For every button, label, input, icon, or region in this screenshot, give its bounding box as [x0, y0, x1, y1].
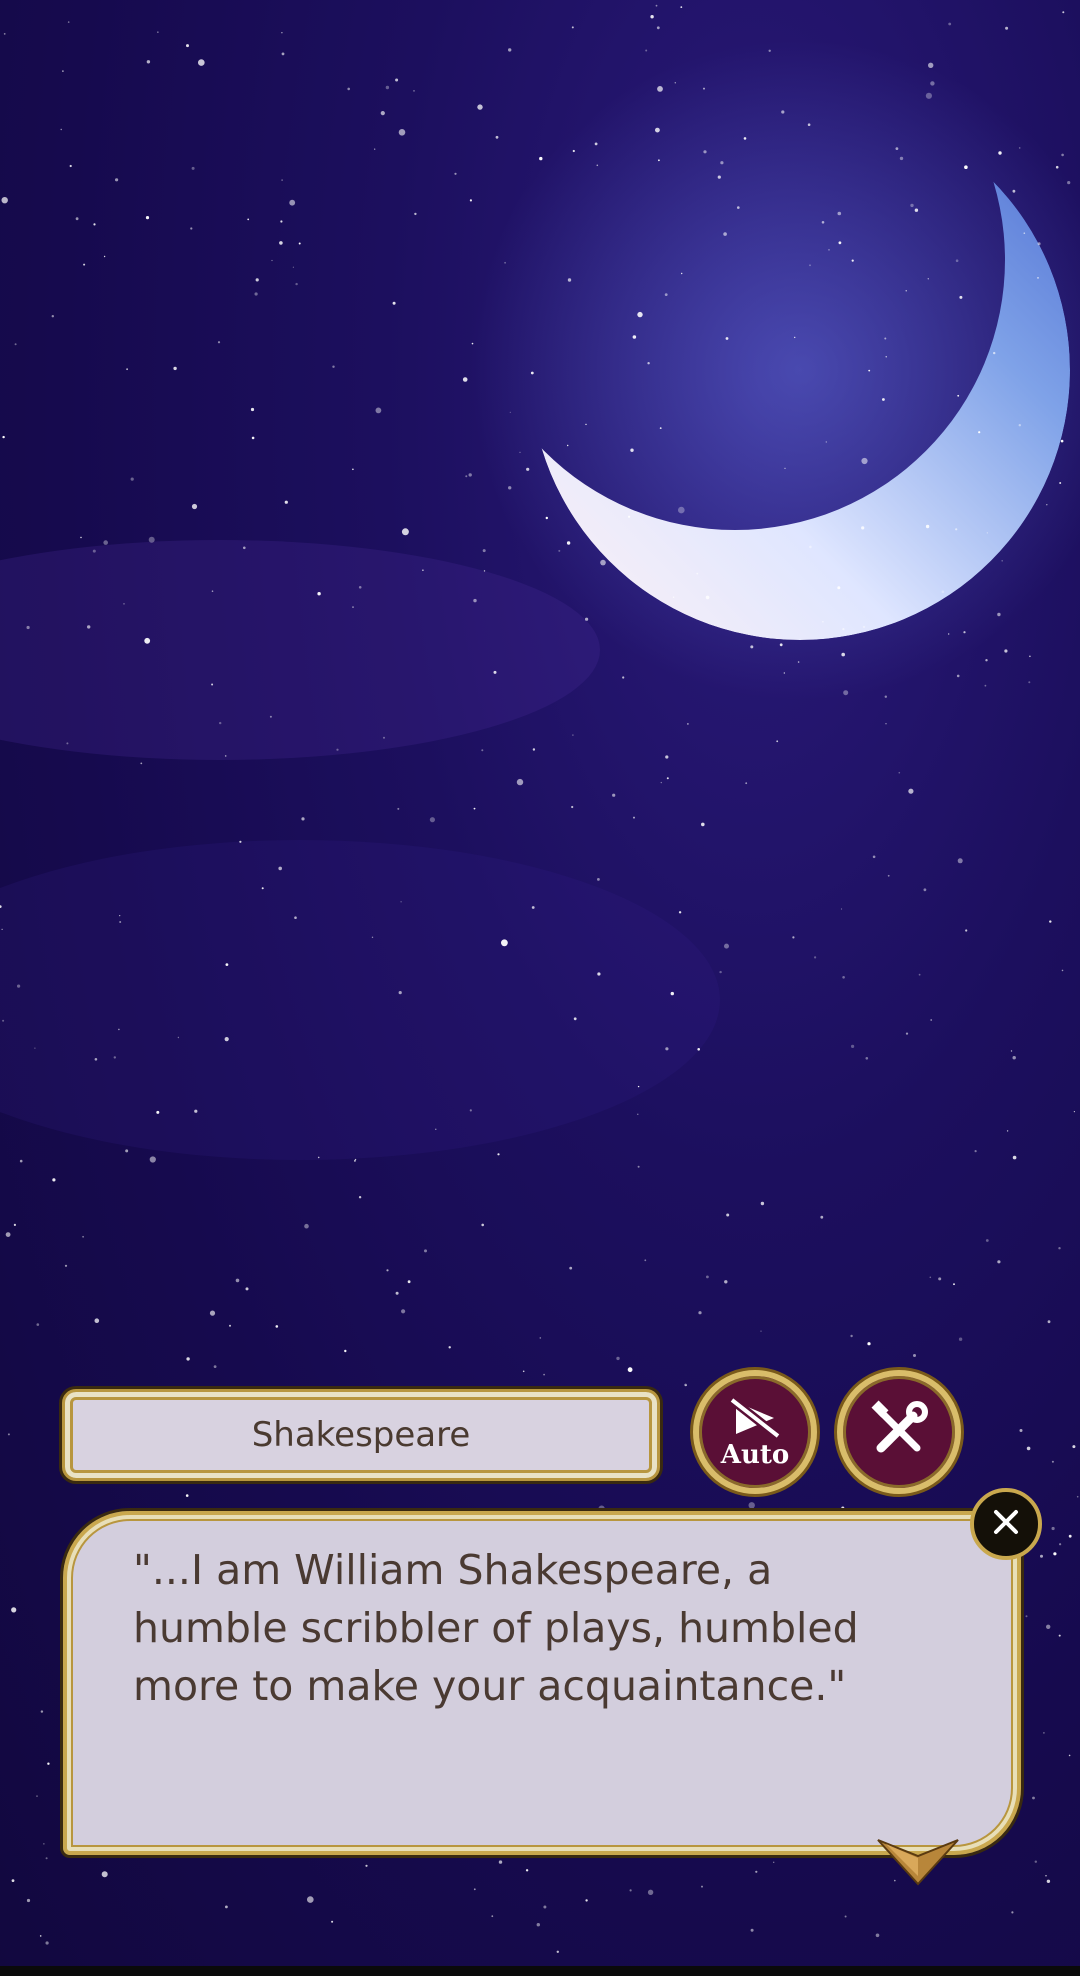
bottom-edge-bar	[0, 1966, 1080, 1976]
wrench-screwdriver-icon	[867, 1398, 931, 1466]
close-x-icon	[988, 1504, 1024, 1544]
auto-label: Auto	[720, 1440, 790, 1470]
auto-play-off-icon	[726, 1394, 784, 1446]
speaker-name: Shakespeare	[251, 1415, 471, 1455]
dialog-text: "...I am William Shakespeare, a humble s…	[133, 1546, 859, 1710]
dialog-box[interactable]: "...I am William Shakespeare, a humble s…	[60, 1508, 1024, 1858]
speaker-nameplate: Shakespeare	[62, 1389, 660, 1481]
auto-play-button[interactable]: Auto	[693, 1370, 817, 1494]
chevron-down-icon	[876, 1839, 960, 1892]
settings-button[interactable]	[837, 1370, 961, 1494]
next-dialog-button[interactable]	[876, 1836, 960, 1892]
crescent-moon	[530, 100, 1070, 640]
close-button[interactable]	[970, 1488, 1042, 1560]
